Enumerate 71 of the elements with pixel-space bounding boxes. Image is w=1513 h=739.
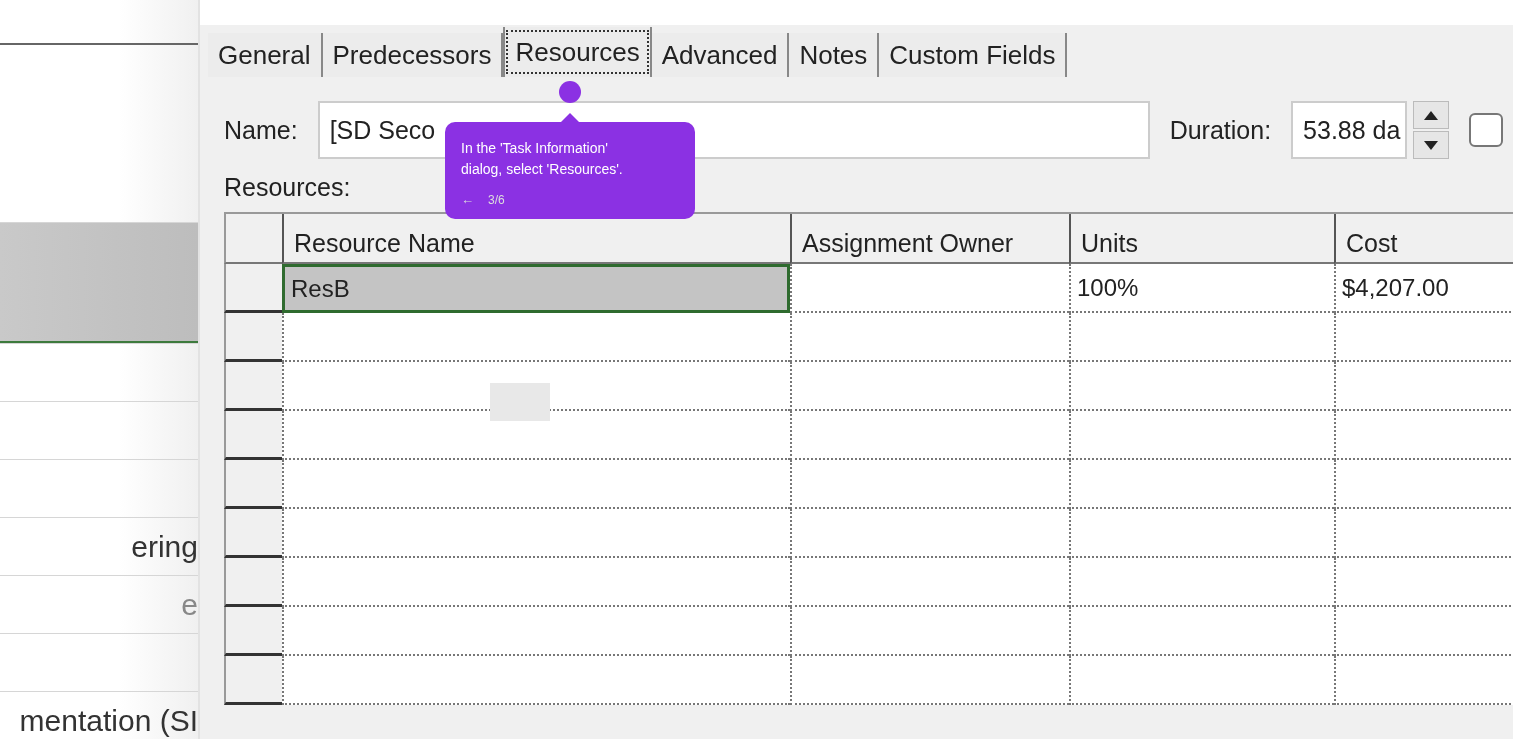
checkbox[interactable]: [1469, 113, 1504, 147]
down-arrow-icon: [1424, 140, 1439, 150]
row-header[interactable]: [224, 607, 282, 656]
tab[interactable]: Advanced: [651, 33, 790, 77]
task-name: e: [181, 587, 198, 622]
table-cell[interactable]: [282, 313, 790, 362]
table-cell[interactable]: [282, 607, 790, 656]
table-cell[interactable]: [790, 460, 1069, 509]
table-cell[interactable]: [1334, 656, 1513, 705]
column-header[interactable]: Resource Name: [282, 214, 790, 264]
back-button[interactable]: ←: [461, 192, 474, 207]
table-cell[interactable]: [1069, 460, 1334, 509]
task-row[interactable]: ering: [0, 517, 198, 575]
hotspot-marker[interactable]: [559, 81, 581, 103]
grid-corner: [224, 214, 282, 264]
table-cell[interactable]: [1069, 509, 1334, 558]
table-cell[interactable]: [1334, 509, 1513, 558]
table-cell[interactable]: [282, 509, 790, 558]
table-cell[interactable]: [790, 656, 1069, 705]
column-header[interactable]: Assignment Owner: [790, 214, 1069, 264]
tab[interactable]: Predecessors: [322, 33, 504, 77]
table-cell[interactable]: [1069, 362, 1334, 411]
resources-label: Resources:: [224, 173, 351, 201]
row-header[interactable]: [224, 313, 282, 362]
table-cell[interactable]: [1334, 362, 1513, 411]
table-cell[interactable]: [790, 313, 1069, 362]
row-header[interactable]: [224, 264, 282, 313]
table-cell[interactable]: [1069, 411, 1334, 460]
duration-label: Duration:: [1169, 115, 1272, 145]
table-cell[interactable]: [1334, 607, 1513, 656]
tab[interactable]: Notes: [789, 33, 880, 77]
table-cell[interactable]: [790, 607, 1069, 656]
row-header[interactable]: [224, 411, 282, 460]
row-header[interactable]: [224, 656, 282, 705]
tab[interactable]: Custom Fields: [879, 33, 1068, 77]
row-header[interactable]: [224, 558, 282, 607]
spin-up-button[interactable]: [1413, 101, 1450, 129]
table-cell[interactable]: 100%: [1069, 264, 1334, 313]
task-row[interactable]: mentation (SI: [0, 691, 198, 739]
table-cell[interactable]: [282, 558, 790, 607]
duration-field[interactable]: 53.88 da: [1291, 101, 1408, 159]
table-cell[interactable]: [282, 656, 790, 705]
step-counter: 3/6: [488, 192, 505, 207]
row-header[interactable]: [224, 460, 282, 509]
table-cell[interactable]: [790, 558, 1069, 607]
column-header[interactable]: Units: [1069, 214, 1334, 264]
table-cell[interactable]: [790, 362, 1069, 411]
row-header[interactable]: [224, 362, 282, 411]
table-cell[interactable]: [790, 509, 1069, 558]
table-cell[interactable]: [282, 460, 790, 509]
table-cell[interactable]: [790, 264, 1069, 313]
table-cell[interactable]: [1069, 607, 1334, 656]
table-cell[interactable]: [1334, 460, 1513, 509]
table-cell[interactable]: [1334, 313, 1513, 362]
tab[interactable]: General: [208, 33, 323, 77]
table-cell[interactable]: ResB: [282, 264, 790, 313]
column-header[interactable]: Cost: [1334, 214, 1513, 264]
spin-down-button[interactable]: [1413, 131, 1450, 159]
table-cell[interactable]: [1069, 558, 1334, 607]
task-name: ering: [131, 529, 198, 564]
table-cell[interactable]: $4,207.00: [1334, 264, 1513, 313]
tab[interactable]: Resources: [503, 27, 652, 77]
table-cell[interactable]: [790, 411, 1069, 460]
table-cell[interactable]: [1334, 558, 1513, 607]
table-cell[interactable]: [1069, 656, 1334, 705]
task-name: mentation (SI: [19, 703, 198, 738]
table-cell[interactable]: [1069, 313, 1334, 362]
up-arrow-icon: [1424, 110, 1439, 120]
row-header[interactable]: [224, 509, 282, 558]
name-label: Name:: [224, 115, 298, 145]
table-cell[interactable]: [1334, 411, 1513, 460]
